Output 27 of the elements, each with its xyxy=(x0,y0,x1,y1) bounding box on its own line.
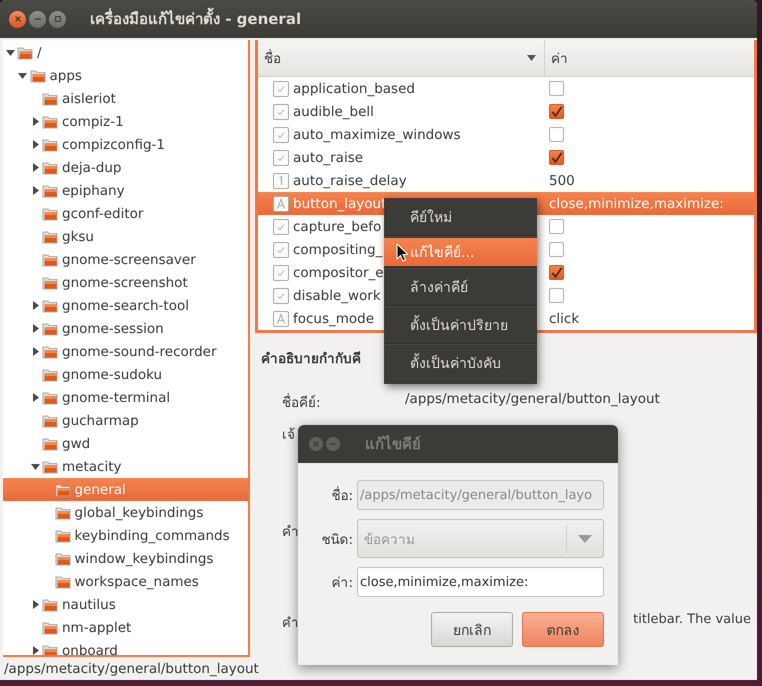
key-name: disable_work xyxy=(293,288,381,304)
section-heading: คำอธิบายกำกับคี xyxy=(261,350,361,369)
key-name: compositing_ xyxy=(293,242,382,258)
key-name: audible_bell xyxy=(293,104,374,120)
field-label: ชื่อ: xyxy=(330,485,353,506)
field-label: ชื่อคีย์: xyxy=(282,392,321,413)
key-name: capture_befo xyxy=(293,218,382,234)
key-name: button_layout xyxy=(293,196,386,212)
field-label: คำ xyxy=(282,523,299,542)
key-name: auto_raise xyxy=(293,150,364,166)
window-title: เครื่องมือแก้ไขค่าตั้ง - general xyxy=(90,7,302,31)
key-name: focus_mode xyxy=(293,310,374,326)
field-label: เจ้ xyxy=(282,426,295,445)
key-name: compositor_e xyxy=(293,264,384,280)
key-name: auto_raise_delay xyxy=(293,172,407,188)
key-value: click xyxy=(549,310,580,326)
field-value: /apps/metacity/general/button_layout xyxy=(405,391,660,407)
dialog-title: แก้ไขคีย์ xyxy=(365,434,421,455)
field-value: titlebar. The value xyxy=(633,612,751,627)
status-text: /apps/metacity/general/button_layout xyxy=(4,660,259,676)
field-label: คำ xyxy=(282,615,298,633)
key-name: application_based xyxy=(293,80,415,96)
key-name: auto_maximize_windows xyxy=(293,126,461,142)
field-label: ชนิด: xyxy=(320,530,353,550)
key-value: 500 xyxy=(549,172,575,188)
field-label: ค่า: xyxy=(330,574,353,593)
key-value: close,minimize,maximize: xyxy=(549,196,724,212)
